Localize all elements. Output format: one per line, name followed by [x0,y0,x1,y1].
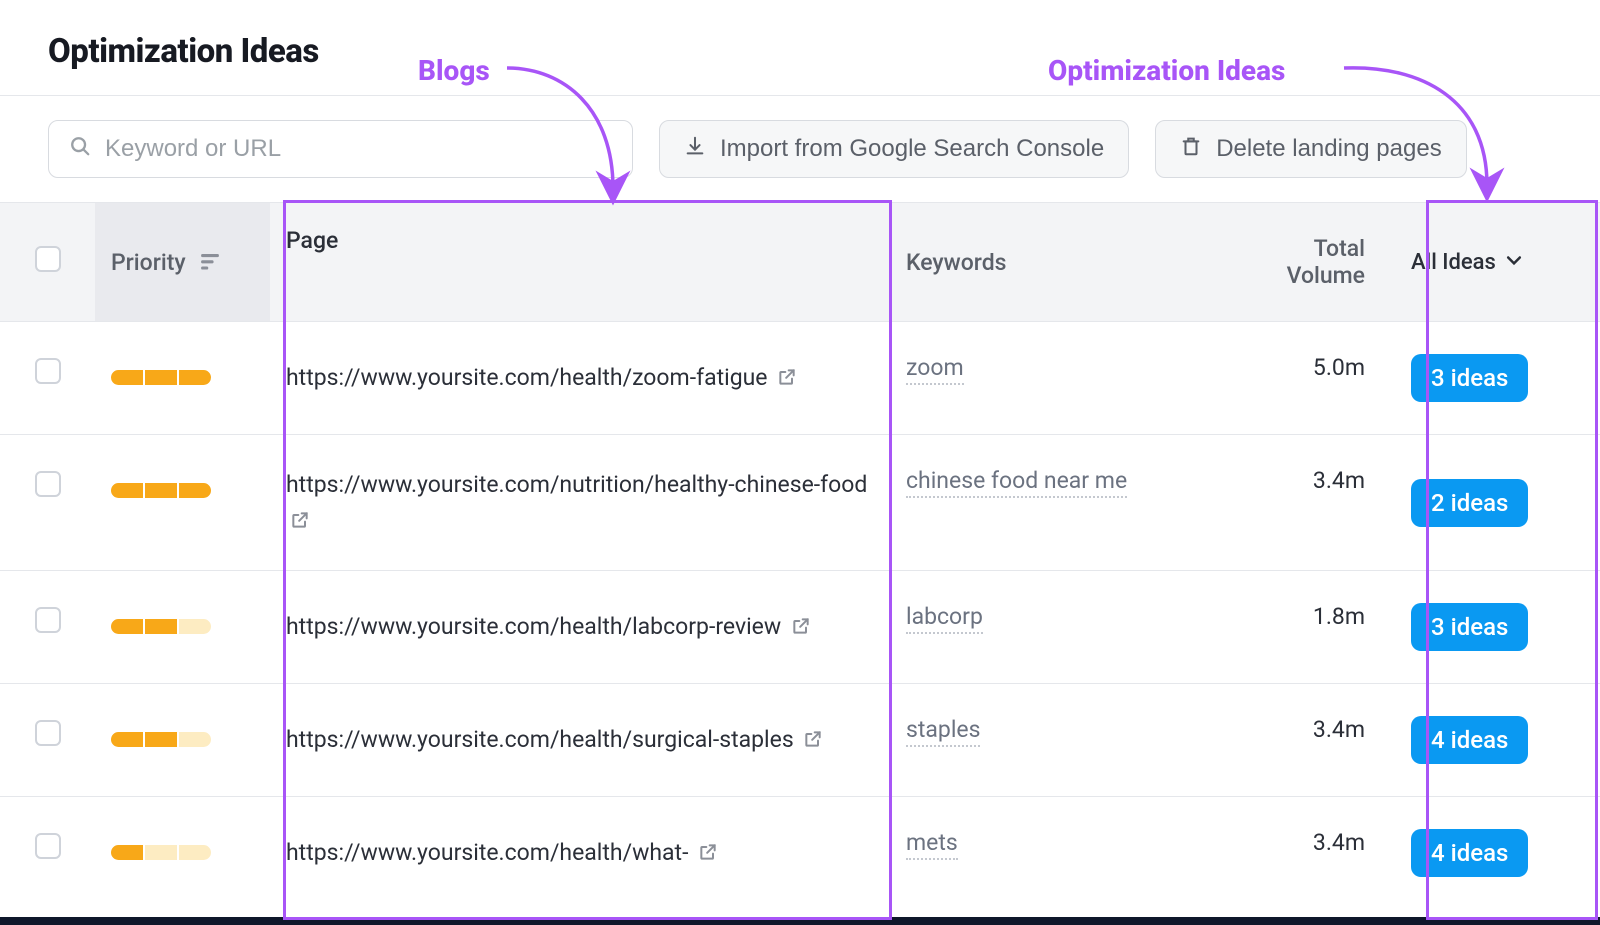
page-url[interactable]: https://www.yoursite.com/health/what- [286,839,718,866]
search-icon [69,135,91,163]
keyword-link[interactable]: mets [906,829,958,860]
page-url-text: https://www.yoursite.com/health/surgical… [286,726,794,753]
col-header-ideas[interactable]: All Ideas [1395,203,1600,322]
col-header-priority-label: Priority [111,249,186,276]
priority-indicator [111,845,211,860]
chevron-down-icon [1504,250,1524,276]
volume-value: 5.0m [1313,354,1365,381]
search-input[interactable] [105,135,612,163]
external-link-icon[interactable] [777,364,797,391]
ideas-table: Priority Page Keywords Total Volume All … [0,202,1600,909]
row-checkbox[interactable] [35,358,61,384]
external-link-icon[interactable] [698,839,718,866]
col-header-priority[interactable]: Priority [95,203,270,322]
ideas-button[interactable]: 3 ideas [1411,603,1528,651]
table-row: https://www.yoursite.com/nutrition/healt… [0,435,1600,571]
external-link-icon[interactable] [290,507,310,534]
table-row: https://www.yoursite.com/health/labcorp-… [0,571,1600,684]
ideas-button[interactable]: 2 ideas [1411,479,1528,527]
priority-indicator [111,619,211,634]
page-url[interactable]: https://www.yoursite.com/nutrition/healt… [286,471,867,534]
table-row: https://www.yoursite.com/health/zoom-fat… [0,322,1600,435]
col-header-volume[interactable]: Total Volume [1225,203,1395,322]
page-url-text: https://www.yoursite.com/health/zoom-fat… [286,364,767,391]
sort-desc-icon [201,249,219,276]
page-url-text: https://www.yoursite.com/health/what- [286,839,688,866]
page-url[interactable]: https://www.yoursite.com/health/surgical… [286,726,823,753]
ideas-filter-dropdown[interactable]: All Ideas [1411,250,1524,276]
toolbar: Import from Google Search Console Delete… [0,96,1600,202]
volume-value: 3.4m [1313,829,1365,856]
volume-value: 3.4m [1313,467,1365,494]
ideas-button[interactable]: 3 ideas [1411,354,1528,402]
keyword-link[interactable]: labcorp [906,603,983,634]
page-url[interactable]: https://www.yoursite.com/health/labcorp-… [286,613,811,640]
delete-landing-pages-label: Delete landing pages [1216,135,1442,163]
priority-indicator [111,483,211,498]
import-gsc-button[interactable]: Import from Google Search Console [659,120,1129,178]
page-url-text: https://www.yoursite.com/nutrition/healt… [286,471,867,498]
page-title: Optimization Ideas [0,0,1600,95]
col-header-select [0,203,95,322]
row-checkbox[interactable] [35,607,61,633]
col-header-page[interactable]: Page [270,203,890,322]
volume-value: 3.4m [1313,716,1365,743]
trash-icon [1180,135,1202,164]
keyword-link[interactable]: staples [906,716,980,747]
volume-value: 1.8m [1313,603,1365,630]
import-gsc-label: Import from Google Search Console [720,135,1104,163]
col-header-keywords[interactable]: Keywords [890,203,1225,322]
row-checkbox[interactable] [35,471,61,497]
bottom-bar [0,917,1600,925]
search-input-wrapper[interactable] [48,120,633,178]
download-icon [684,135,706,164]
keyword-link[interactable]: chinese food near me [906,467,1127,498]
ideas-button[interactable]: 4 ideas [1411,829,1528,877]
table-row: https://www.yoursite.com/health/surgical… [0,684,1600,797]
priority-indicator [111,370,211,385]
keyword-link[interactable]: zoom [906,354,964,385]
external-link-icon[interactable] [791,613,811,640]
table-row: https://www.yoursite.com/health/what- me… [0,797,1600,910]
delete-landing-pages-button[interactable]: Delete landing pages [1155,120,1467,178]
row-checkbox[interactable] [35,833,61,859]
select-all-checkbox[interactable] [35,246,61,272]
priority-indicator [111,732,211,747]
page-url[interactable]: https://www.yoursite.com/health/zoom-fat… [286,364,797,391]
ideas-filter-label: All Ideas [1411,250,1496,275]
external-link-icon[interactable] [803,726,823,753]
ideas-button[interactable]: 4 ideas [1411,716,1528,764]
row-checkbox[interactable] [35,720,61,746]
page-url-text: https://www.yoursite.com/health/labcorp-… [286,613,781,640]
